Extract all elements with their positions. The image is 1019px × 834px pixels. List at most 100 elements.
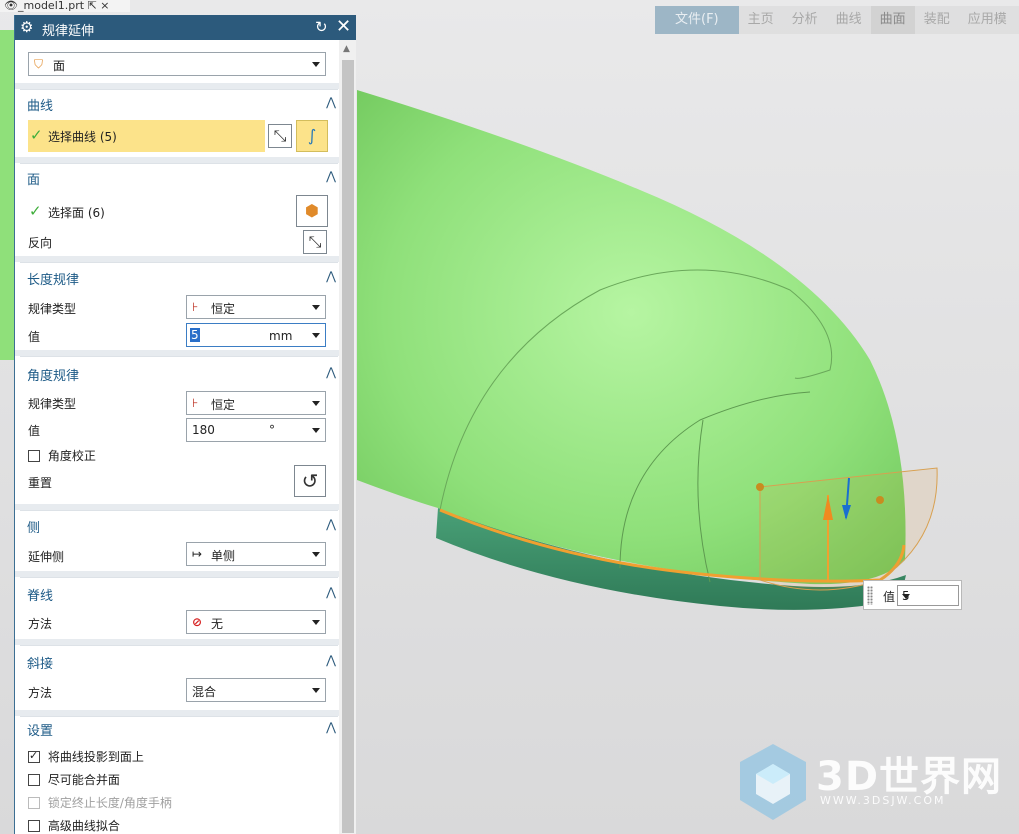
option-label: 锁定终止长度/角度手柄: [47, 796, 172, 810]
reset-label: 重置: [28, 476, 53, 490]
scrollbar[interactable]: ▲: [339, 40, 356, 834]
file-tab[interactable]: 👁_model1.prt ⇱ ×: [0, 0, 130, 12]
tab-file[interactable]: 文件(F): [655, 6, 739, 34]
chevron-down-icon: [312, 552, 320, 557]
handle-point[interactable]: [876, 496, 884, 504]
curve-rule-icon[interactable]: ∫: [296, 120, 328, 152]
reset-angle-button[interactable]: ↺: [294, 465, 326, 497]
chevron-down-icon: [312, 428, 320, 433]
reverse-direction-button[interactable]: ⤡: [268, 124, 292, 148]
option-project-curve[interactable]: 将曲线投影到面上: [28, 748, 144, 765]
extend-side-label: 延伸侧: [28, 550, 65, 564]
option-merge-faces[interactable]: 尽可能合并面: [28, 771, 120, 788]
option-advanced-fit[interactable]: 高级曲线拟合: [28, 817, 120, 834]
lock-handles-checkbox: [28, 797, 40, 809]
handle-point[interactable]: [756, 483, 764, 491]
section-header-length-law[interactable]: 长度规律: [27, 269, 79, 288]
collapse-icon[interactable]: ⋀: [326, 720, 336, 734]
none-icon: ⊘: [192, 615, 203, 629]
law-extension-dialog: ⚙ 规律延伸 ↻ ✕ ▲ ⛉ 面 曲线 ⋀ ✓ 选择曲线 (5) ⤡ ∫ 面 ⋀…: [14, 15, 356, 834]
angle-law-type-dropdown[interactable]: ⊦ 恒定: [186, 391, 326, 415]
tab-home[interactable]: 主页: [739, 6, 783, 34]
chevron-down-icon: [312, 62, 320, 67]
cube-logo-icon: [740, 744, 806, 820]
chevron-down-icon: [312, 305, 320, 310]
section-face: 面 ⋀ ✓ 选择面 (6) ⬢ 反向 ⤡: [20, 163, 338, 256]
section-header-settings[interactable]: 设置: [27, 720, 53, 739]
merge-faces-checkbox[interactable]: [28, 774, 40, 786]
law-constant-icon: ⊦: [192, 300, 199, 314]
select-curve-row[interactable]: ✓ 选择曲线 (5): [28, 120, 265, 152]
chevron-down-icon: [902, 594, 910, 599]
face-select-icon[interactable]: ⬢: [296, 195, 328, 227]
option-label: 将曲线投影到面上: [47, 750, 144, 764]
close-tab-icon[interactable]: ×: [100, 0, 109, 12]
chevron-down-icon: [312, 333, 320, 338]
type-dropdown-value: 面: [53, 59, 66, 73]
scrollbar-thumb[interactable]: [342, 60, 354, 833]
project-curve-checkbox[interactable]: [28, 749, 40, 763]
watermark: 3D世界网 WWW.3DSJW.COM: [738, 742, 1008, 822]
angle-value-input[interactable]: 180 °: [186, 418, 326, 442]
collapse-icon[interactable]: ⋀: [326, 365, 336, 379]
onscreen-value-input[interactable]: 5: [897, 585, 959, 606]
length-value-label: 值: [28, 330, 41, 344]
dialog-title-bar[interactable]: ⚙ 规律延伸 ↻ ✕: [15, 15, 356, 40]
length-value-input[interactable]: 5 mm: [186, 323, 326, 347]
section-header-curve[interactable]: 曲线: [27, 95, 53, 114]
tab-curve[interactable]: 曲线: [827, 6, 871, 34]
drag-grip-icon[interactable]: [867, 586, 873, 605]
miter-method-dropdown[interactable]: 混合: [186, 678, 326, 702]
tab-assembly[interactable]: 装配: [915, 6, 959, 34]
section-header-face[interactable]: 面: [27, 169, 40, 188]
gear-icon[interactable]: ⚙: [20, 18, 33, 36]
collapse-icon[interactable]: ⋀: [326, 653, 336, 667]
reverse-face-button[interactable]: ⤡: [303, 230, 327, 254]
extend-side-dropdown[interactable]: ↦ 单侧: [186, 542, 326, 566]
angle-correction-row[interactable]: 角度校正: [28, 447, 96, 464]
chevron-down-icon: [312, 688, 320, 693]
section-miter: 斜接 ⋀ 方法 混合: [20, 645, 338, 710]
popout-icon[interactable]: ⇱: [88, 0, 97, 12]
collapse-icon[interactable]: ⋀: [326, 585, 336, 599]
close-icon[interactable]: ✕: [336, 16, 351, 37]
model-edge-strip: [0, 30, 14, 360]
option-label: 尽可能合并面: [47, 773, 120, 787]
angle-law-type-value: 恒定: [211, 398, 236, 412]
tab-surface[interactable]: 曲面: [870, 6, 915, 34]
type-dropdown[interactable]: ⛉ 面: [28, 52, 326, 76]
single-side-icon: ↦: [192, 547, 203, 561]
angle-value-label: 值: [28, 424, 41, 438]
reset-dialog-icon[interactable]: ↻: [315, 18, 328, 36]
length-unit: mm: [269, 329, 293, 343]
section-settings: 设置 ⋀ 将曲线投影到面上 尽可能合并面 锁定终止长度/角度手柄 高级曲线拟合: [20, 716, 338, 834]
section-curve: 曲线 ⋀ ✓ 选择曲线 (5) ⤡ ∫: [20, 89, 338, 157]
section-header-side[interactable]: 侧: [27, 517, 40, 536]
select-curve-label: 选择曲线 (5): [48, 130, 117, 144]
section-header-angle-law[interactable]: 角度规律: [27, 365, 79, 384]
watermark-url: WWW.3DSJW.COM: [820, 794, 946, 807]
ribbon-tabs: 文件(F) 主页 分析 曲线 曲面 装配 应用模: [655, 6, 1019, 34]
face-type-icon: ⛉: [34, 57, 44, 71]
angle-correction-checkbox[interactable]: [28, 450, 40, 462]
eye-icon: 👁: [4, 0, 18, 12]
option-label: 高级曲线拟合: [47, 819, 120, 833]
law-constant-icon: ⊦: [192, 396, 199, 410]
collapse-icon[interactable]: ⋀: [326, 169, 336, 183]
tab-application[interactable]: 应用模: [959, 6, 1016, 34]
scroll-up-icon[interactable]: ▲: [343, 44, 350, 54]
collapse-icon[interactable]: ⋀: [326, 517, 336, 531]
tab-analysis[interactable]: 分析: [783, 6, 827, 34]
length-law-type-dropdown[interactable]: ⊦ 恒定: [186, 295, 326, 319]
collapse-icon[interactable]: ⋀: [326, 95, 336, 109]
collapse-icon[interactable]: ⋀: [326, 269, 336, 283]
section-header-spine[interactable]: 脊线: [27, 585, 53, 604]
select-face-label[interactable]: 选择面 (6): [48, 204, 105, 221]
advanced-fit-checkbox[interactable]: [28, 820, 40, 832]
length-law-type-value: 恒定: [211, 302, 236, 316]
length-law-type-label: 规律类型: [28, 302, 77, 316]
section-header-miter[interactable]: 斜接: [27, 653, 53, 672]
spine-method-dropdown[interactable]: ⊘ 无: [186, 610, 326, 634]
section-side: 侧 ⋀ 延伸侧 ↦ 单侧: [20, 510, 338, 571]
chevron-down-icon: [312, 620, 320, 625]
